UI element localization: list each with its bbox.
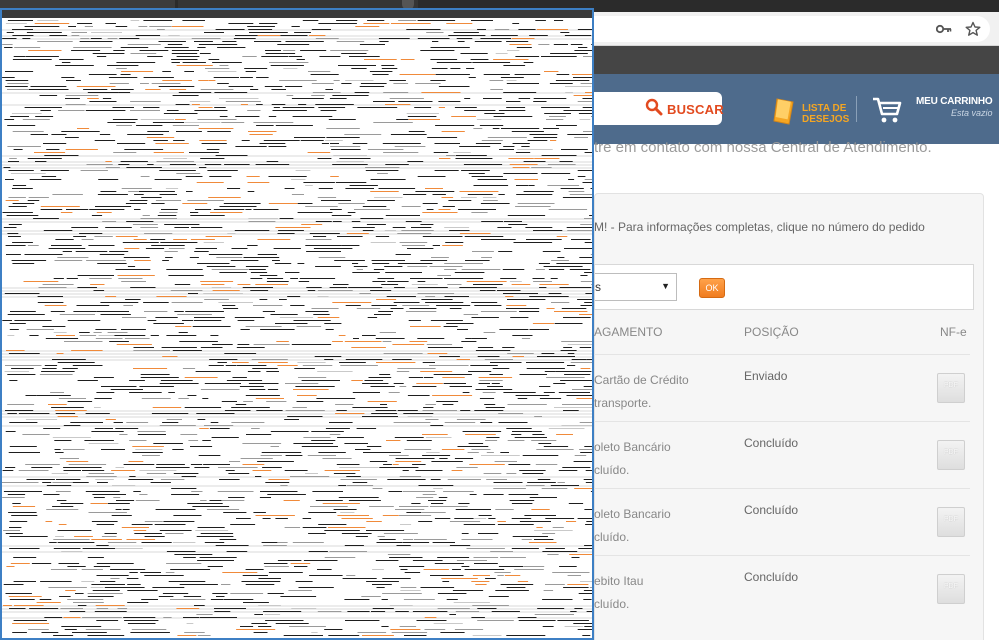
- order-payment: ebito Itau cluído.: [594, 574, 644, 611]
- column-header-position: POSIÇÃO: [744, 325, 799, 339]
- header-divider: [856, 96, 857, 122]
- order-position: Concluído: [744, 570, 799, 584]
- search-icon: [645, 98, 663, 121]
- cart-link[interactable]: MEU CARRINHO Esta vazio: [872, 96, 993, 129]
- pdf-icon[interactable]: PDF: [937, 507, 965, 537]
- cart-icon: [872, 96, 902, 129]
- order-payment: oleto Bancario cluído.: [594, 507, 671, 544]
- search-button-label: BUSCAR: [667, 101, 724, 117]
- column-header-payment: AGAMENTO: [594, 325, 663, 339]
- star-icon[interactable]: [963, 20, 983, 38]
- corrupted-render-pattern: [2, 10, 592, 636]
- order-row: oleto Bancário cluído. Concluído PDF: [594, 421, 970, 488]
- key-icon[interactable]: [934, 20, 954, 38]
- orders-info-text: M! - Para informações completas, clique …: [594, 220, 925, 234]
- corrupted-overlay-window: [0, 8, 594, 640]
- cart-status: Esta vazio: [950, 108, 993, 118]
- wishlist-icon: [772, 96, 796, 131]
- pdf-icon[interactable]: PDF: [937, 440, 965, 470]
- filter-box: s ▼ OK: [594, 264, 974, 310]
- pdf-icon[interactable]: PDF: [937, 574, 965, 604]
- order-row: oleto Bancario cluído. Concluído PDF: [594, 488, 970, 555]
- ok-button[interactable]: OK: [699, 278, 725, 298]
- search-button[interactable]: BUSCAR: [645, 97, 724, 121]
- cart-info: MEU CARRINHO Esta vazio: [916, 96, 993, 118]
- order-row: Cartão de Crédito transporte. Enviado PD…: [594, 354, 970, 421]
- column-header-nfe: NF-e: [940, 325, 967, 339]
- order-row: ebito Itau cluído. Concluído PDF: [594, 555, 970, 622]
- order-position: Concluído: [744, 503, 799, 517]
- order-payment: oleto Bancário cluído.: [594, 440, 671, 477]
- status-filter-select[interactable]: s ▼: [595, 273, 677, 301]
- page-notice: tre em contato com nossa Central de Aten…: [594, 139, 932, 156]
- order-position: Concluído: [744, 436, 799, 450]
- wishlist-label: LISTA DE DESEJOS: [802, 102, 850, 125]
- pdf-icon[interactable]: PDF: [937, 373, 965, 403]
- order-payment: Cartão de Crédito transporte.: [594, 373, 689, 410]
- wishlist-link[interactable]: LISTA DE DESEJOS: [772, 96, 849, 131]
- cart-title: MEU CARRINHO: [916, 96, 993, 107]
- order-position: Enviado: [744, 369, 788, 383]
- dropdown-arrow-icon: ▼: [661, 281, 670, 291]
